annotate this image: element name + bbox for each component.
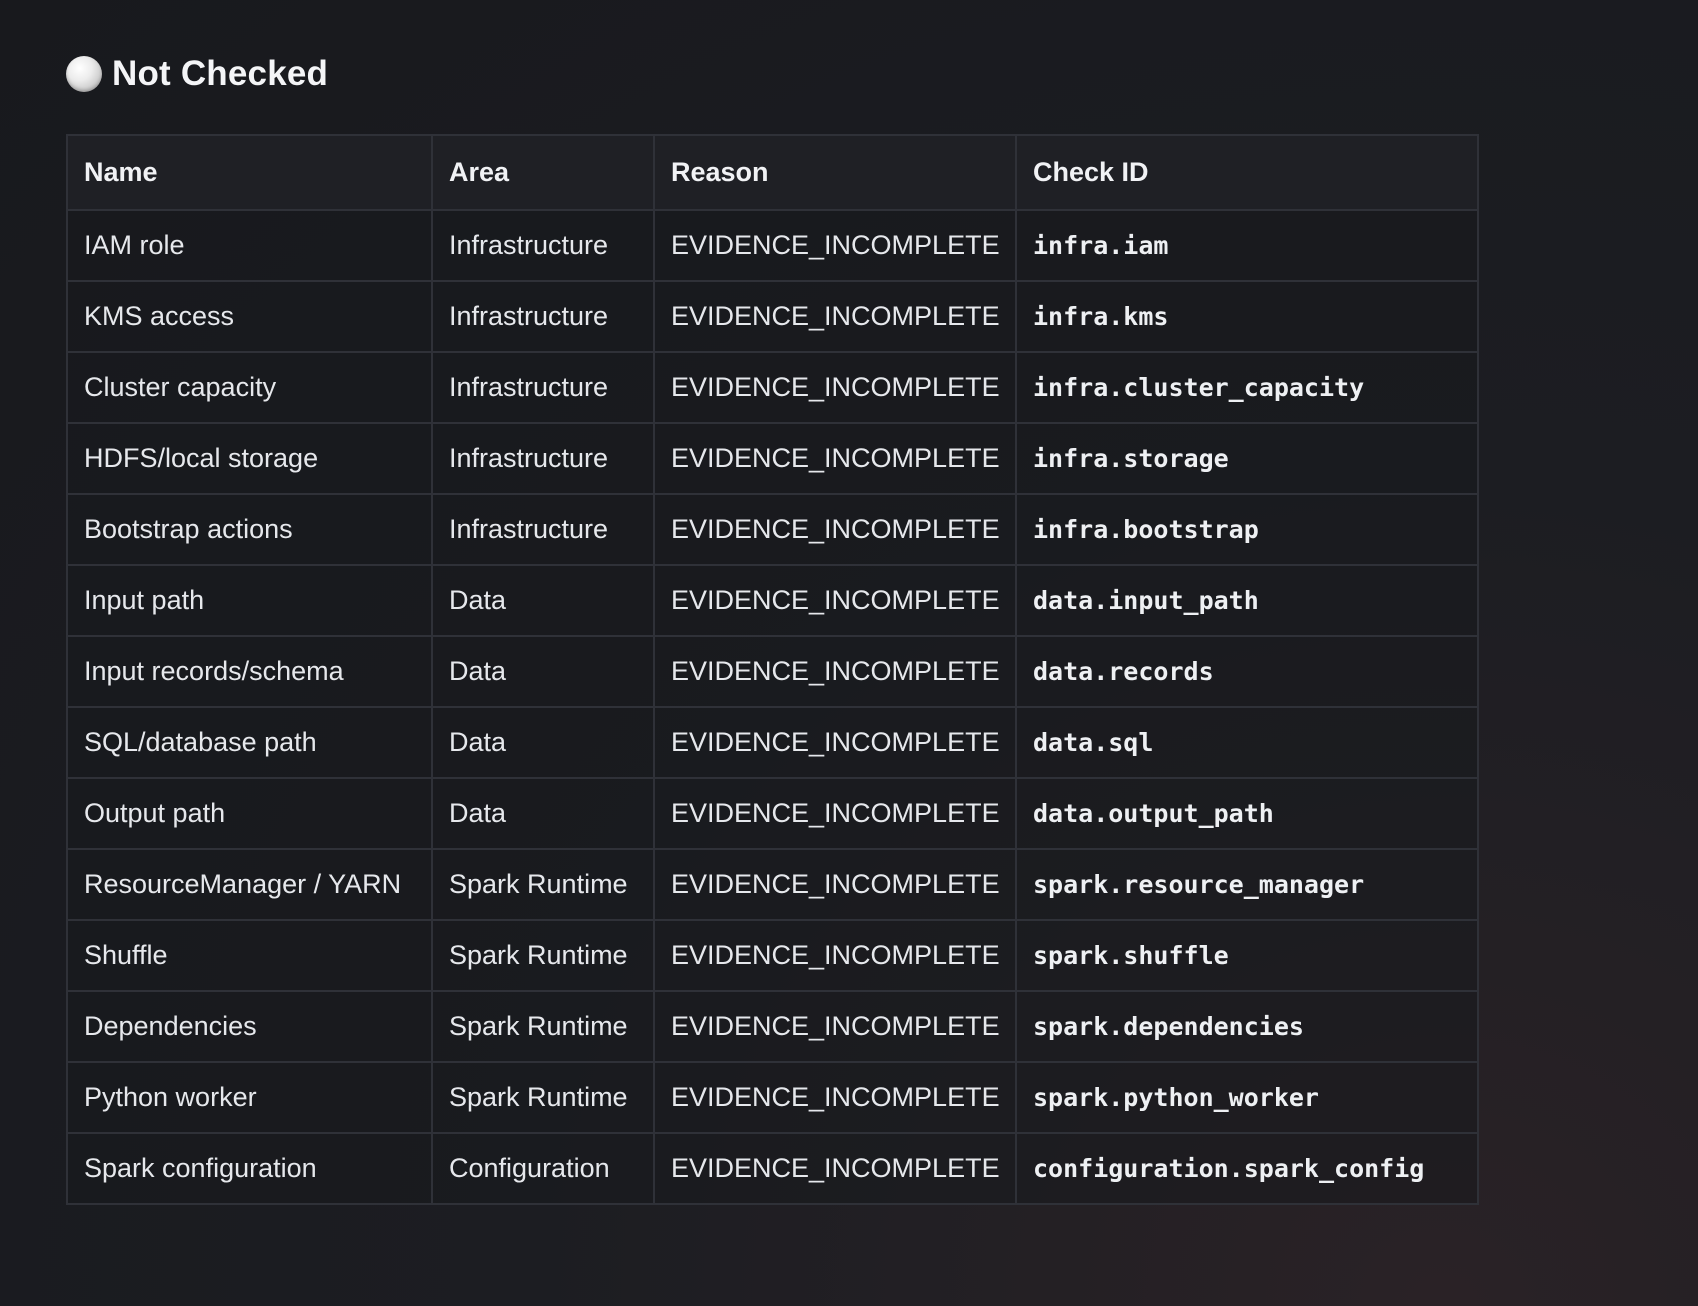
- table-row: Bootstrap actions Infrastructure EVIDENCE_…: [66, 493, 1479, 566]
- cell-reason: EVIDENCE_INCOMPLETE: [653, 1061, 1017, 1134]
- cell-reason: EVIDENCE_INCOMPLETE: [653, 777, 1017, 850]
- cell-reason: EVIDENCE_INCOMPLETE: [653, 848, 1017, 921]
- cell-area: Infrastructure: [431, 351, 655, 424]
- cell-name: KMS access: [66, 280, 433, 353]
- cell-name: Shuffle: [66, 919, 433, 992]
- cell-area: Spark Runtime: [431, 848, 655, 921]
- cell-name: Cluster capacity: [66, 351, 433, 424]
- cell-name: Input records/schema: [66, 635, 433, 708]
- cell-check-id: data.sql: [1015, 706, 1479, 779]
- table-row: Input records/schema Data EVIDENCE_INCOMPL…: [66, 635, 1479, 708]
- cell-reason: EVIDENCE_INCOMPLETE: [653, 1132, 1017, 1205]
- cell-area: Infrastructure: [431, 422, 655, 495]
- column-header-check-id: Check ID: [1015, 134, 1479, 211]
- cell-area: Data: [431, 777, 655, 850]
- cell-reason: EVIDENCE_INCOMPLETE: [653, 564, 1017, 637]
- cell-reason: EVIDENCE_INCOMPLETE: [653, 635, 1017, 708]
- cell-check-id: data.records: [1015, 635, 1479, 708]
- cell-name: ResourceManager / YARN: [66, 848, 433, 921]
- cell-reason: EVIDENCE_INCOMPLETE: [653, 209, 1017, 282]
- cell-reason: EVIDENCE_INCOMPLETE: [653, 493, 1017, 566]
- column-header-name: Name: [66, 134, 433, 211]
- cell-name: Spark configuration: [66, 1132, 433, 1205]
- cell-check-id: data.input_path: [1015, 564, 1479, 637]
- section-title: Not Checked: [112, 54, 329, 93]
- table-row: IAM role Infrastructure EVIDENCE_INCOMPLET…: [66, 209, 1479, 282]
- cell-area: Infrastructure: [431, 493, 655, 566]
- cell-area: Spark Runtime: [431, 919, 655, 992]
- cell-area: Data: [431, 564, 655, 637]
- cell-area: Configuration: [431, 1132, 655, 1205]
- cell-reason: EVIDENCE_INCOMPLETE: [653, 351, 1017, 424]
- table-row: Dependencies Spark Runtime EVIDENCE_INCOMP…: [66, 990, 1479, 1063]
- cell-name: Input path: [66, 564, 433, 637]
- table-row: KMS access Infrastructure EVIDENCE_INCOMPL…: [66, 280, 1479, 353]
- table-row: Input path Data EVIDENCE_INCOMPLETE data.in…: [66, 564, 1479, 637]
- table-row: HDFS/local storage Infrastructure EVIDENCE…: [66, 422, 1479, 495]
- table-row: Shuffle Spark Runtime EVIDENCE_INCOMPLETE s…: [66, 919, 1479, 992]
- cell-name: Output path: [66, 777, 433, 850]
- cell-name: Bootstrap actions: [66, 493, 433, 566]
- cell-reason: EVIDENCE_INCOMPLETE: [653, 422, 1017, 495]
- cell-check-id: infra.storage: [1015, 422, 1479, 495]
- cell-check-id: spark.shuffle: [1015, 919, 1479, 992]
- cell-name: HDFS/local storage: [66, 422, 433, 495]
- table-row: Python worker Spark Runtime EVIDENCE_INCOM…: [66, 1061, 1479, 1134]
- checks-table: Name Area Reason Check ID IAM role Infras…: [66, 134, 1479, 1205]
- cell-check-id: data.output_path: [1015, 777, 1479, 850]
- cell-reason: EVIDENCE_INCOMPLETE: [653, 706, 1017, 779]
- column-header-reason: Reason: [653, 134, 1017, 211]
- cell-check-id: infra.kms: [1015, 280, 1479, 353]
- cell-check-id: infra.bootstrap: [1015, 493, 1479, 566]
- table-row: Cluster capacity Infrastructure EVIDENCE_I…: [66, 351, 1479, 424]
- table-header-row: Name Area Reason Check ID: [66, 134, 1479, 211]
- cell-check-id: spark.python_worker: [1015, 1061, 1479, 1134]
- cell-reason: EVIDENCE_INCOMPLETE: [653, 990, 1017, 1063]
- cell-area: Infrastructure: [431, 209, 655, 282]
- cell-area: Data: [431, 706, 655, 779]
- section-heading: Not Checked: [66, 50, 328, 98]
- cell-check-id: infra.cluster_capacity: [1015, 351, 1479, 424]
- cell-check-id: spark.resource_manager: [1015, 848, 1479, 921]
- cell-check-id: configuration.spark_config: [1015, 1132, 1479, 1205]
- table-row: ResourceManager / YARN Spark Runtime EVIDE…: [66, 848, 1479, 921]
- cell-name: Python worker: [66, 1061, 433, 1134]
- cell-area: Data: [431, 635, 655, 708]
- table-row: Spark configuration Configuration EVIDENCE…: [66, 1132, 1479, 1205]
- cell-area: Infrastructure: [431, 280, 655, 353]
- column-header-area: Area: [431, 134, 655, 211]
- cell-area: Spark Runtime: [431, 990, 655, 1063]
- white-circle-icon: [66, 56, 102, 92]
- table-row: Output path Data EVIDENCE_INCOMPLETE data.o…: [66, 777, 1479, 850]
- cell-area: Spark Runtime: [431, 1061, 655, 1134]
- cell-name: Dependencies: [66, 990, 433, 1063]
- cell-name: SQL/database path: [66, 706, 433, 779]
- cell-check-id: infra.iam: [1015, 209, 1479, 282]
- cell-check-id: spark.dependencies: [1015, 990, 1479, 1063]
- cell-reason: EVIDENCE_INCOMPLETE: [653, 919, 1017, 992]
- table-row: SQL/database path Data EVIDENCE_INCOMPLETE…: [66, 706, 1479, 779]
- cell-reason: EVIDENCE_INCOMPLETE: [653, 280, 1017, 353]
- cell-name: IAM role: [66, 209, 433, 282]
